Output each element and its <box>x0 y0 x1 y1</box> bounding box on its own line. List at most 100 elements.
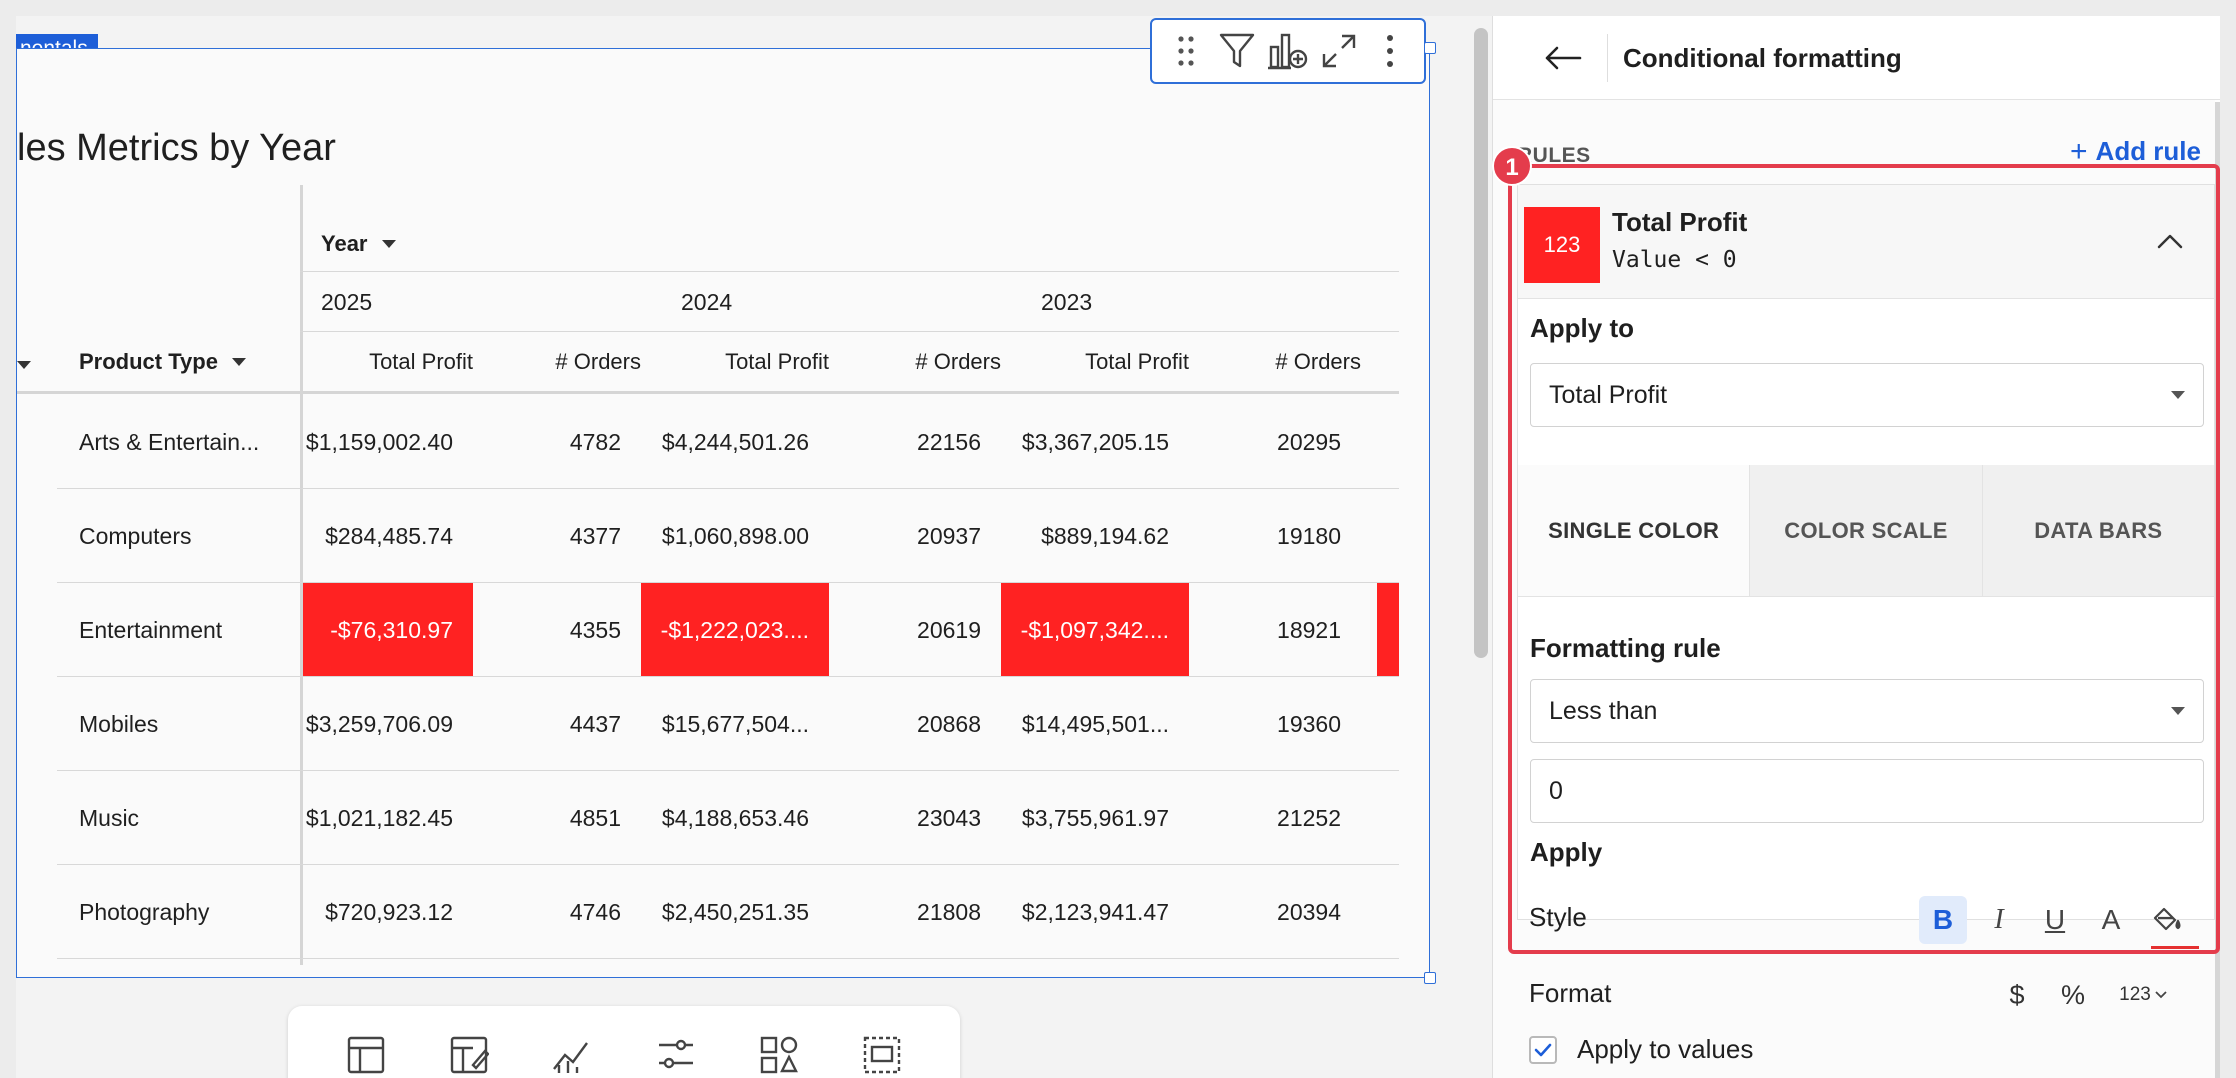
row-header-label: Product Type <box>79 349 218 374</box>
table-cell-negative[interactable]: -$1,222,023.... <box>641 583 829 677</box>
panel-header: Conditional formatting <box>1493 16 2220 100</box>
table-cell[interactable]: 4437 <box>473 677 641 771</box>
table-cell[interactable]: 4377 <box>473 489 641 583</box>
table-cell[interactable]: $1,159,002.40 <box>303 395 473 489</box>
table-cell[interactable]: $14,495,501... <box>1001 677 1189 771</box>
table-row[interactable]: Mobiles $3,259,706.09 4437 $15,677,504... 20… <box>57 677 1399 771</box>
add-chart-icon[interactable] <box>1266 29 1310 73</box>
table-row[interactable]: Music $1,021,182.45 4851 $4,188,653.46 23043… <box>57 771 1399 865</box>
element-toolbar <box>1150 18 1426 84</box>
resize-handle[interactable] <box>1424 972 1436 984</box>
table-cell[interactable]: $1,021,182.45 <box>303 771 473 865</box>
table-cell[interactable]: $2,123,941.47 <box>1001 865 1189 959</box>
table-cell[interactable]: $2,450,251.35 <box>641 865 829 959</box>
table-cell[interactable]: $3,259,706.09 <box>303 677 473 771</box>
table-cell[interactable]: $3,755,961.97 <box>1001 771 1189 865</box>
resize-handle[interactable] <box>1424 42 1436 54</box>
controls-icon[interactable] <box>652 1035 700 1078</box>
table-cell-negative[interactable]: -$1,097,342.... <box>1001 583 1189 677</box>
table-cell[interactable]: $15,677,504... <box>641 677 829 771</box>
table-cell[interactable]: 23043 <box>829 771 1001 865</box>
add-element-toolbar <box>288 1006 960 1078</box>
column-header-label: Year <box>321 231 368 256</box>
row-label: Photography <box>79 899 210 925</box>
currency-format-button[interactable]: $ <box>1997 974 2037 1016</box>
table-cell[interactable]: 20937 <box>829 489 1001 583</box>
table-cell[interactable]: $284,485.74 <box>303 489 473 583</box>
chart-icon[interactable] <box>548 1035 596 1078</box>
checkmark-icon <box>1534 1043 1552 1056</box>
table-cell[interactable]: $889,194.62 <box>1001 489 1189 583</box>
table-cell[interactable]: $3,367,205.15 <box>1001 395 1189 489</box>
add-rule-label: Add rule <box>2095 136 2201 166</box>
filter-icon[interactable] <box>1215 29 1259 73</box>
table-cell[interactable]: 20394 <box>1189 865 1361 959</box>
measure-header-total-profit[interactable]: Total Profit <box>1001 349 1189 375</box>
table-cell[interactable]: 19180 <box>1189 489 1361 583</box>
table-cell-negative[interactable] <box>1377 583 1399 677</box>
chevron-down-icon <box>2155 991 2167 999</box>
table-cell[interactable]: 4851 <box>473 771 641 865</box>
apply-to-values-checkbox[interactable] <box>1529 1035 1557 1064</box>
table-cell[interactable]: 21252 <box>1189 771 1361 865</box>
measure-header-orders[interactable]: # Orders <box>1189 349 1361 375</box>
divider <box>300 271 1399 272</box>
table-cell[interactable]: 20619 <box>829 583 1001 677</box>
plus-icon: + <box>2070 134 2088 168</box>
ui-elements-icon[interactable] <box>755 1035 803 1078</box>
table-cell[interactable]: $720,923.12 <box>303 865 473 959</box>
table-row[interactable]: Entertainment -$76,310.97 4355 -$1,222,023.… <box>57 583 1399 677</box>
table-cell[interactable]: 4355 <box>473 583 641 677</box>
table-row[interactable]: Photography $720,923.12 4746 $2,450,251.35 2… <box>57 865 1399 959</box>
table-cell[interactable]: $4,188,653.46 <box>641 771 829 865</box>
measure-header-orders[interactable]: # Orders <box>473 349 641 375</box>
container-icon[interactable] <box>858 1035 906 1078</box>
more-options-icon[interactable] <box>1368 29 1412 73</box>
expand-icon[interactable] <box>1317 29 1361 73</box>
row-header-product-type[interactable]: Product Type <box>79 349 246 375</box>
row-label: Arts & Entertain... <box>79 429 260 455</box>
row-divider <box>57 958 1399 959</box>
table-cell[interactable]: 4746 <box>473 865 641 959</box>
pivot-table-element[interactable]: les Metrics by Year Year 2025 2024 2023 … <box>16 48 1430 978</box>
drag-handle-icon[interactable] <box>1164 29 1208 73</box>
table-cell[interactable]: 19360 <box>1189 677 1361 771</box>
column-header-year[interactable]: Year <box>321 231 396 257</box>
table-row[interactable]: Arts & Entertain... $1,159,002.40 4782 $4,2… <box>57 395 1399 489</box>
header-divider <box>17 391 1399 394</box>
back-button[interactable] <box>1539 34 1587 82</box>
panel-title: Conditional formatting <box>1623 43 1902 73</box>
divider <box>1607 34 1608 82</box>
caret-down-icon[interactable] <box>381 240 396 248</box>
annotation-badge: 1 <box>1492 146 1532 186</box>
caret-down-icon[interactable] <box>17 361 31 369</box>
measure-header-total-profit[interactable]: Total Profit <box>641 349 829 375</box>
table-cell-negative[interactable]: -$76,310.97 <box>303 583 473 677</box>
pivot-table-icon[interactable] <box>445 1035 493 1078</box>
table-cell[interactable]: $4,244,501.26 <box>641 395 829 489</box>
table-cell[interactable]: 18921 <box>1189 583 1361 677</box>
arrow-left-icon <box>1545 46 1582 70</box>
number-format-button[interactable]: 123 <box>2111 974 2175 1016</box>
table-icon[interactable] <box>342 1035 390 1078</box>
table-cell[interactable]: 22156 <box>829 395 1001 489</box>
table-cell[interactable]: 20295 <box>1189 395 1361 489</box>
table-cell[interactable]: 21808 <box>829 865 1001 959</box>
divider <box>300 331 1399 332</box>
percent-format-button[interactable]: % <box>2051 974 2095 1016</box>
year-2025: 2025 <box>321 289 373 315</box>
add-rule-button[interactable]: + Add rule <box>2070 136 2201 167</box>
apply-to-values-option[interactable]: Apply to values <box>1529 1034 1753 1065</box>
viz-title: les Metrics by Year <box>17 127 336 169</box>
caret-down-icon[interactable] <box>231 358 246 366</box>
table-row[interactable]: Computers $284,485.74 4377 $1,060,898.00 209… <box>57 489 1399 583</box>
measure-header-total-profit[interactable]: Total Profit <box>303 349 473 375</box>
annotation-highlight-box <box>1508 164 2220 954</box>
table-cell[interactable]: 4782 <box>473 395 641 489</box>
table-cell[interactable]: $1,060,898.00 <box>641 489 829 583</box>
year-2024: 2024 <box>681 289 733 315</box>
canvas-scrollbar[interactable] <box>1470 16 1492 1078</box>
measure-header-orders[interactable]: # Orders <box>829 349 1001 375</box>
scrollbar-thumb[interactable] <box>1474 28 1488 658</box>
table-cell[interactable]: 20868 <box>829 677 1001 771</box>
